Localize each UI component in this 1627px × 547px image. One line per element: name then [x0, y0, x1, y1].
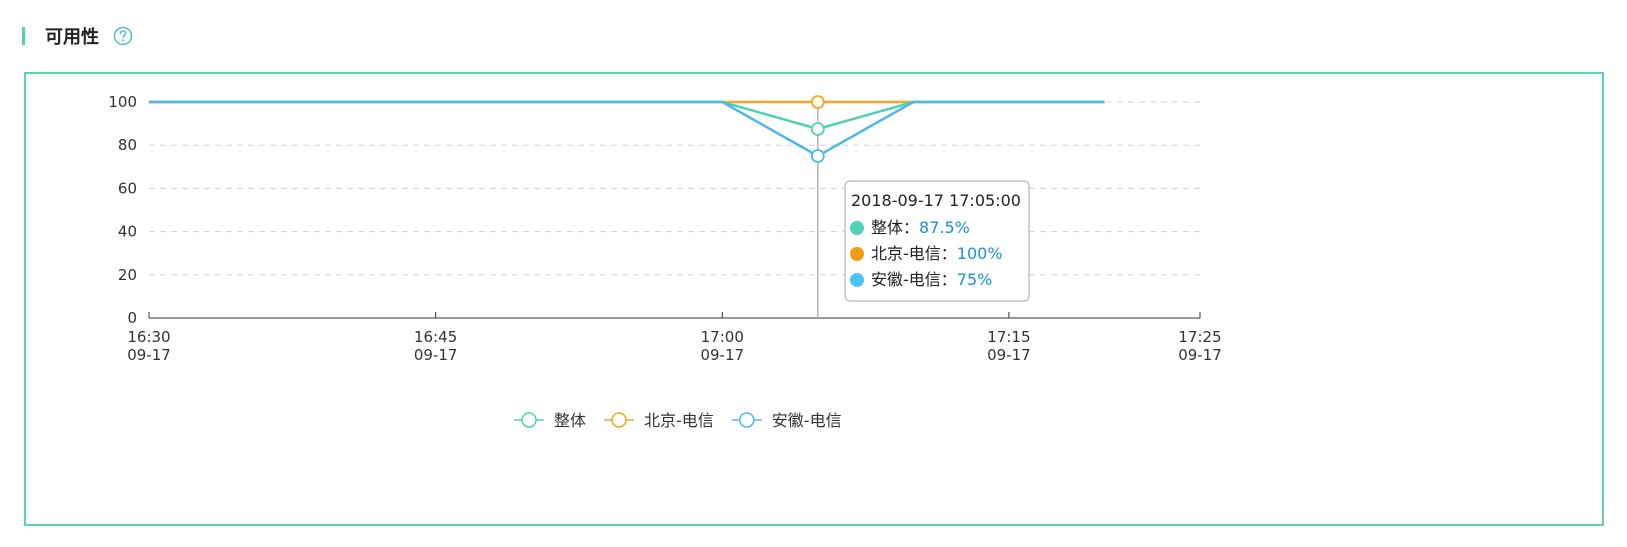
- x-tick-date-label: 09-17: [414, 346, 458, 364]
- legend-item-3[interactable]: 安徽-电信: [731, 411, 842, 430]
- y-tick-label: 100: [108, 93, 137, 111]
- x-tick-time-label: 16:45: [414, 328, 457, 346]
- tooltip-series-value: 100%: [957, 244, 1003, 263]
- data-tooltip: 2018-09-17 17:05:00 整体： 87.5% 北京-电信： 100%安徽-…: [844, 180, 1030, 302]
- series-line-1[interactable]: [149, 100, 1105, 131]
- x-tick-date-label: 09-17: [127, 346, 171, 364]
- legend-item-2[interactable]: 北京-电信: [604, 411, 714, 430]
- hover-point-2: [810, 95, 825, 109]
- y-tick-label: 0: [127, 309, 137, 327]
- tooltip-dot: [850, 273, 864, 287]
- hover-point-3: [810, 149, 825, 163]
- tooltip-series-name: 北京-电信：: [871, 244, 957, 263]
- series-line-3[interactable]: [149, 100, 1105, 158]
- availability-chart[interactable]: 02040608010016:3009-1716:4509-1717:0009-…: [26, 74, 1602, 524]
- legend-label: 北京-电信: [644, 411, 714, 430]
- y-tick-label: 40: [118, 223, 137, 241]
- legend-marker: [521, 412, 537, 428]
- legend-item-1[interactable]: 整体: [514, 411, 586, 430]
- legend-marker: [611, 412, 627, 428]
- x-tick-time-label: 17:15: [987, 328, 1030, 346]
- chart-panel: 0 20 40 60 80 100 16:30 09-17 16:45 09-17 17:00 09-…: [24, 72, 1604, 526]
- y-tick-label: 80: [118, 136, 137, 154]
- y-tick-label: 60: [118, 179, 137, 197]
- legend-label: 安徽-电信: [772, 411, 842, 430]
- tooltip-dot: [850, 221, 864, 235]
- x-tick-time-label: 16:30: [127, 328, 170, 346]
- question-circle-icon[interactable]: [113, 26, 133, 46]
- section-title: 可用性: [45, 27, 99, 48]
- header-accent-bar: [22, 27, 25, 45]
- legend-marker: [739, 412, 755, 428]
- tooltip-series-name: 安徽-电信：: [871, 270, 957, 289]
- x-tick-date-label: 09-17: [1178, 346, 1222, 364]
- tooltip-series-value: 87.5%: [919, 218, 970, 237]
- x-tick-date-label: 09-17: [700, 346, 744, 364]
- section-header: 可用性: [22, 24, 133, 48]
- tooltip-series-name: 整体：: [871, 218, 919, 237]
- tooltip-dot: [850, 247, 864, 261]
- tooltip-title: 2018-09-17 17:05:00: [851, 191, 1021, 210]
- x-tick-date-label: 09-17: [987, 346, 1031, 364]
- x-tick-time-label: 17:00: [701, 328, 744, 346]
- tooltip-series-value: 75%: [957, 270, 993, 289]
- x-tick-time-label: 17:25: [1178, 328, 1221, 346]
- y-tick-label: 20: [118, 266, 137, 284]
- legend-label: 整体: [554, 411, 586, 430]
- hover-point-1: [810, 122, 825, 136]
